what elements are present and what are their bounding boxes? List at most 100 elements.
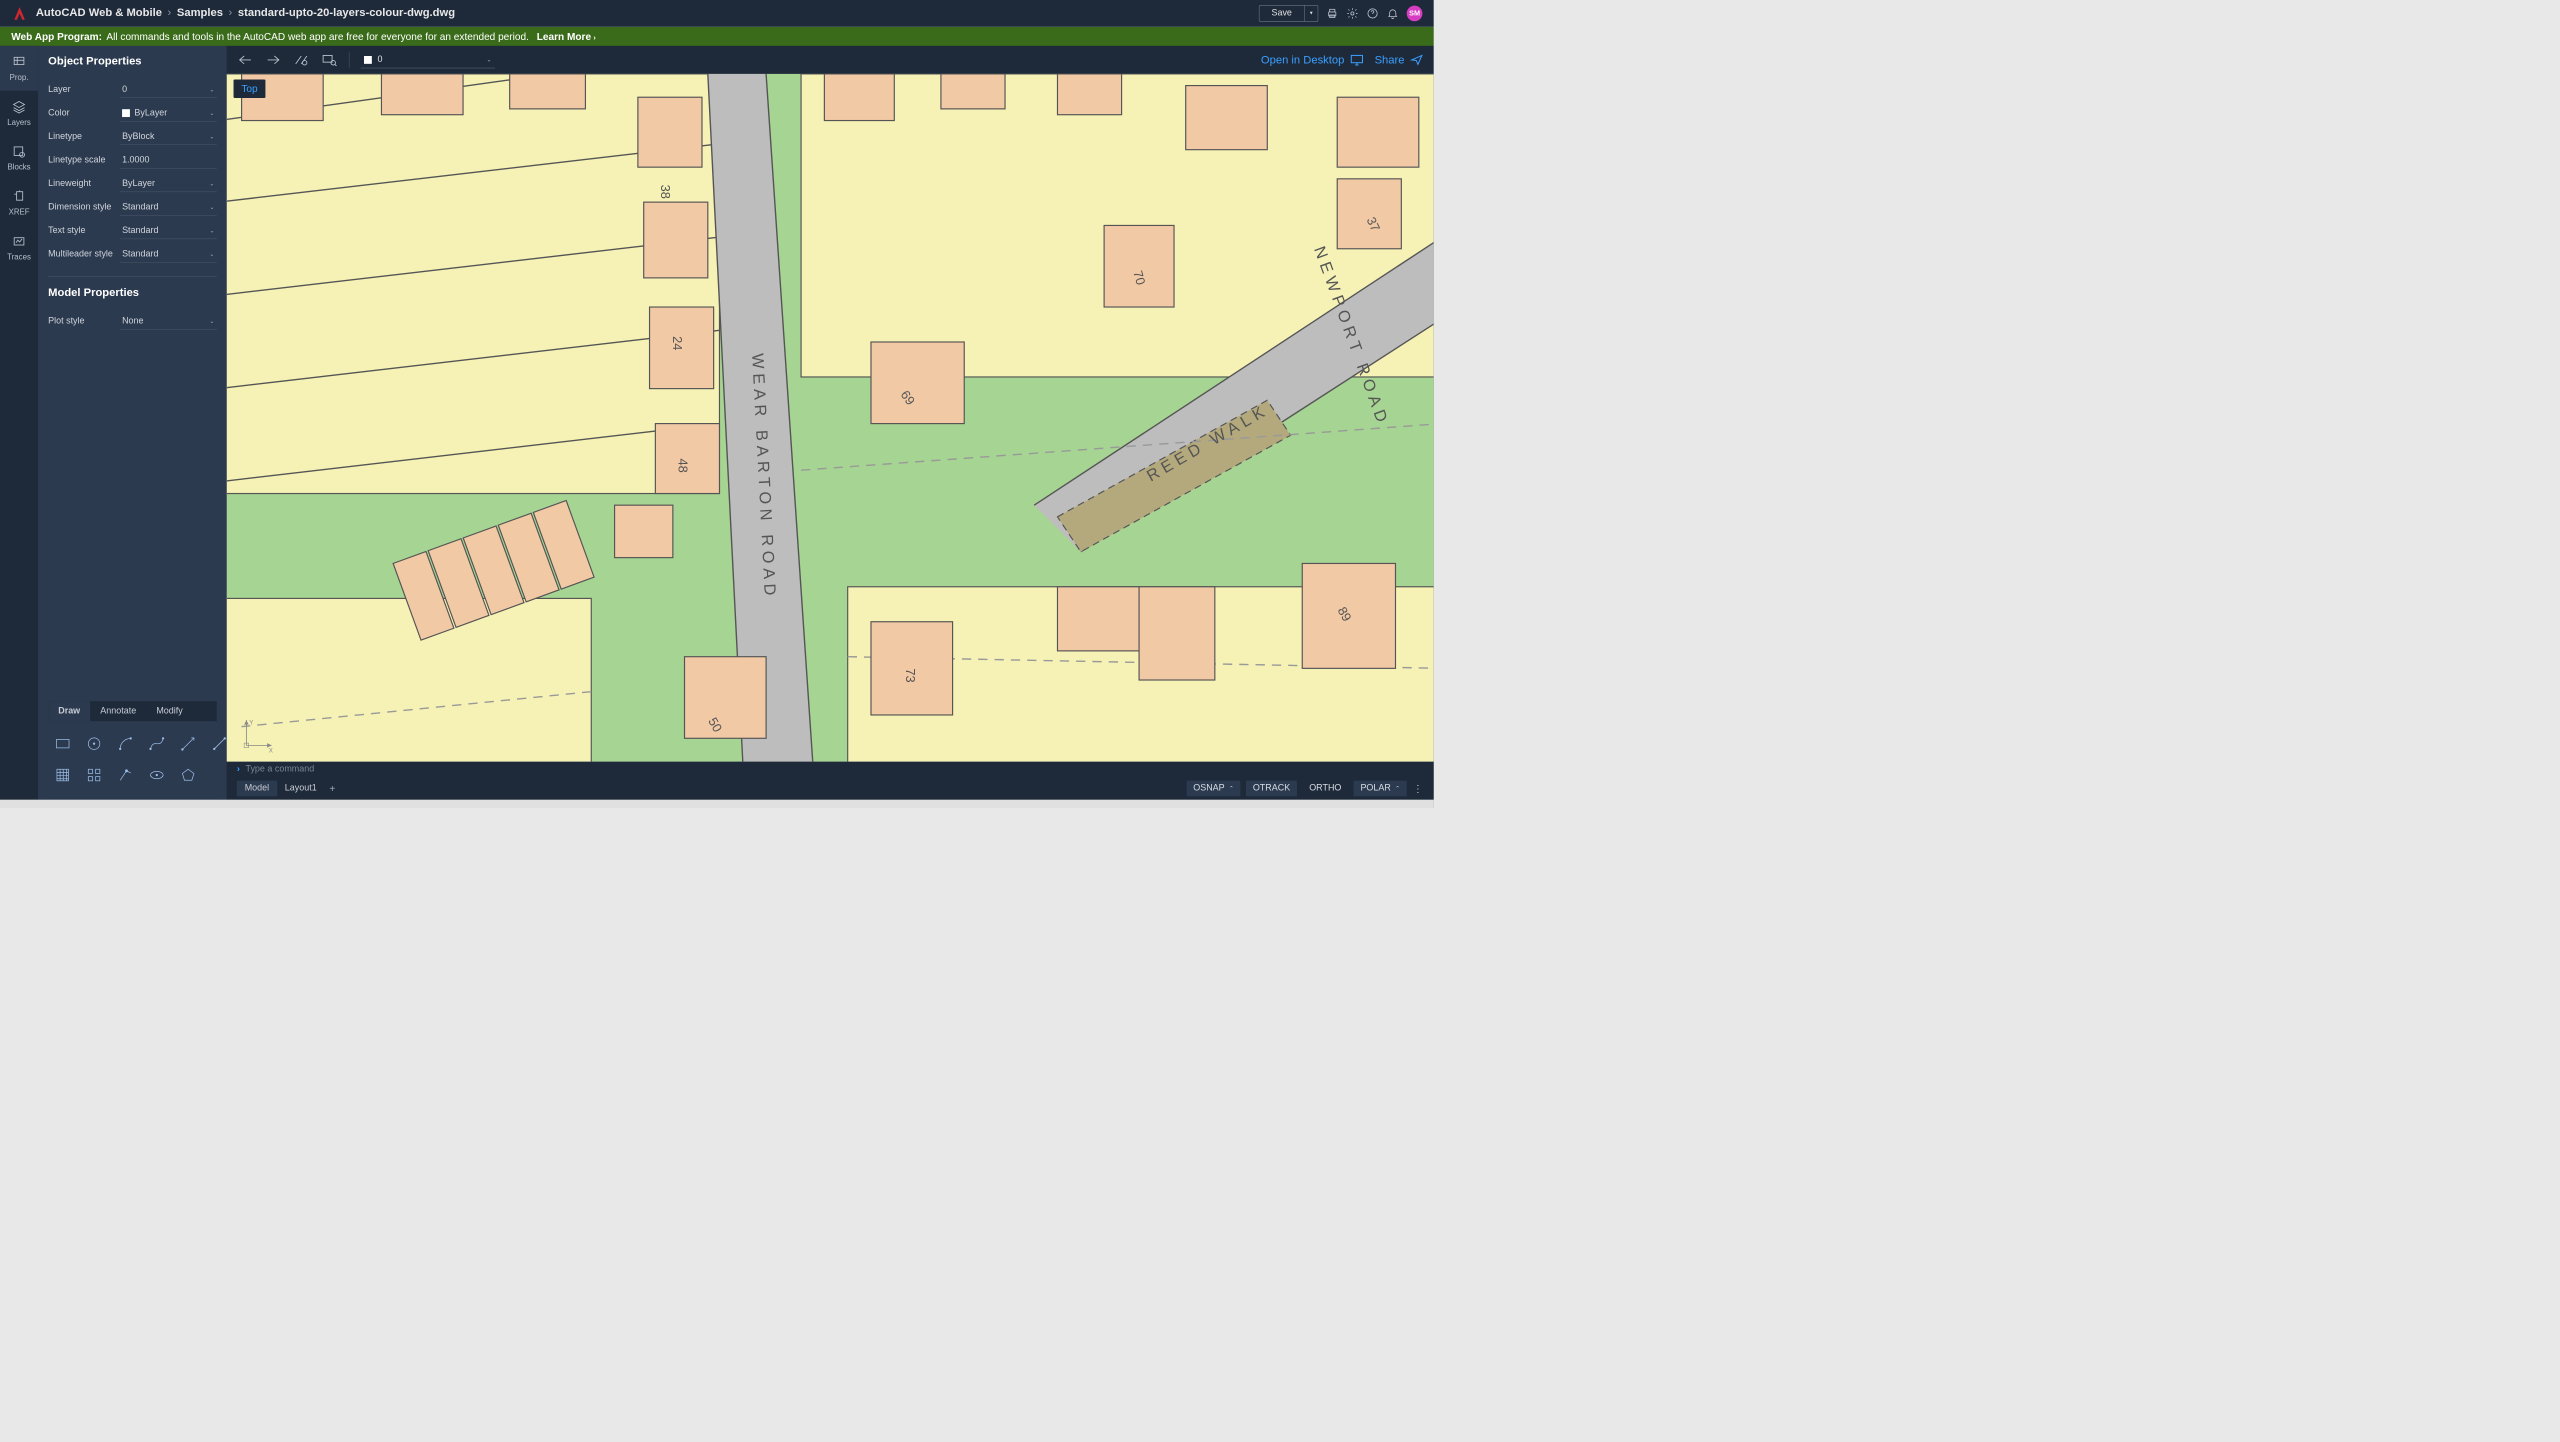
share-link[interactable]: Share: [1375, 53, 1424, 66]
tool-arc-icon[interactable]: [112, 730, 139, 757]
tool-hatch-icon[interactable]: [49, 762, 76, 789]
chevron-up-icon: ⌃: [1229, 785, 1234, 791]
toggle-ortho[interactable]: ORTHO: [1302, 781, 1348, 797]
toggle-polar[interactable]: POLAR⌃: [1354, 781, 1407, 797]
save-dropdown-icon[interactable]: ▾: [1304, 5, 1317, 21]
banner-body: All commands and tools in the AutoCAD we…: [106, 31, 528, 43]
print-icon[interactable]: [1326, 7, 1338, 19]
rail-properties[interactable]: Prop.: [0, 46, 38, 91]
map-svg: WEAR BARTON ROAD NEWPORT ROAD REED WALK …: [227, 74, 1434, 762]
view-label[interactable]: Top: [234, 80, 266, 98]
zoom-window-icon[interactable]: [293, 53, 310, 66]
command-bar[interactable]: › Type a command: [227, 762, 1434, 778]
rail-layers[interactable]: Layers: [0, 91, 38, 136]
prop-layer-dropdown[interactable]: 0⌄: [120, 81, 217, 98]
toggle-otrack[interactable]: OTRACK: [1246, 781, 1297, 797]
prop-plotstyle-dropdown[interactable]: None⌄: [120, 313, 217, 330]
rail-xref-label: XREF: [9, 207, 30, 216]
command-prompt-icon: ›: [237, 764, 240, 774]
svg-text:X: X: [269, 748, 273, 754]
prop-textstyle-dropdown[interactable]: Standard⌄: [120, 222, 217, 239]
gear-icon[interactable]: [1346, 7, 1358, 19]
redo-icon[interactable]: [265, 53, 282, 66]
draw-tool-grid: [48, 721, 217, 799]
prop-mlstyle-dropdown[interactable]: Standard⌄: [120, 246, 217, 263]
status-footer: Model Layout1 + OSNAP⌃ OTRACK ORTHO POLA…: [227, 777, 1434, 799]
prop-lineweight-dropdown[interactable]: ByLayer⌄: [120, 175, 217, 192]
prop-color-dropdown[interactable]: ByLayer⌄: [120, 105, 217, 122]
bell-icon[interactable]: [1387, 7, 1399, 19]
save-button-label: Save: [1259, 8, 1304, 18]
tab-draw[interactable]: Draw: [48, 701, 90, 721]
tool-circle-icon[interactable]: [81, 730, 108, 757]
chevron-down-icon: ⌄: [209, 203, 214, 210]
chevron-down-icon: ⌄: [209, 227, 214, 234]
properties-panel: Object Properties Layer 0⌄ Color ByLayer…: [38, 46, 227, 800]
tab-model[interactable]: Model: [237, 781, 277, 797]
tool-tabs: Draw Annotate Modify: [48, 701, 217, 721]
banner-lead: Web App Program:: [11, 31, 102, 43]
learn-more-link[interactable]: Learn More›: [537, 31, 596, 43]
chevron-right-icon: ›: [168, 7, 172, 20]
prop-dimstyle-label: Dimension style: [48, 202, 120, 212]
chevron-right-icon: ›: [229, 7, 233, 20]
drawing-canvas[interactable]: Top: [227, 74, 1434, 762]
tool-polygon-icon[interactable]: [175, 762, 202, 789]
prop-ltscale-label: Linetype scale: [48, 155, 120, 165]
rail-xref[interactable]: XREF: [0, 180, 38, 225]
prop-ltscale-input[interactable]: 1.0000: [120, 152, 217, 169]
rail-traces[interactable]: Traces: [0, 225, 38, 270]
tool-spline-icon[interactable]: [143, 730, 170, 757]
crumb-file[interactable]: standard-upto-20-layers-colour-dwg.dwg: [238, 7, 455, 20]
rail-blocks-label: Blocks: [7, 162, 30, 171]
tool-point-icon[interactable]: [112, 762, 139, 789]
chevron-down-icon: ⌄: [209, 318, 214, 325]
chevron-down-icon: ⌄: [209, 250, 214, 257]
svg-text:24: 24: [670, 336, 685, 350]
prop-mlstyle-label: Multileader style: [48, 249, 120, 259]
tool-ellipse-icon[interactable]: [143, 762, 170, 789]
prop-dimstyle-dropdown[interactable]: Standard⌄: [120, 199, 217, 216]
chevron-down-icon: ⌄: [487, 56, 492, 63]
chevron-down-icon: ⌄: [209, 180, 214, 187]
tab-layout1[interactable]: Layout1: [277, 781, 325, 797]
rail-blocks[interactable]: Blocks: [0, 136, 38, 181]
undo-icon[interactable]: [237, 53, 254, 66]
prop-linetype-dropdown[interactable]: ByBlock⌄: [120, 128, 217, 145]
zoom-extents-icon[interactable]: [321, 53, 338, 66]
command-placeholder: Type a command: [245, 764, 314, 774]
tab-annotate[interactable]: Annotate: [90, 701, 146, 721]
model-properties-heading: Model Properties: [48, 287, 217, 300]
tab-modify[interactable]: Modify: [146, 701, 193, 721]
tool-polyline-icon[interactable]: [175, 730, 202, 757]
current-layer-value: 0: [377, 55, 382, 65]
help-icon[interactable]: [1366, 7, 1378, 19]
save-button[interactable]: Save ▾: [1259, 5, 1319, 22]
rail-properties-label: Prop.: [10, 73, 29, 82]
toggle-osnap[interactable]: OSNAP⌃: [1187, 781, 1241, 797]
prop-linetype-label: Linetype: [48, 132, 120, 142]
open-in-desktop-link[interactable]: Open in Desktop: [1261, 53, 1363, 66]
prop-layer-label: Layer: [48, 85, 120, 95]
add-layout-icon[interactable]: +: [325, 783, 341, 795]
svg-text:48: 48: [676, 459, 691, 473]
crumb-samples[interactable]: Samples: [177, 7, 223, 20]
more-options-icon[interactable]: ⋮: [1412, 783, 1423, 795]
rail-traces-label: Traces: [7, 252, 31, 261]
avatar[interactable]: SM: [1407, 5, 1423, 21]
tool-rectangle-icon[interactable]: [49, 730, 76, 757]
chevron-up-icon: ⌃: [1395, 785, 1400, 791]
ucs-icon: Y X: [238, 715, 277, 754]
current-layer-dropdown[interactable]: 0 ⌄: [361, 52, 495, 69]
prop-color-label: Color: [48, 108, 120, 118]
prop-plotstyle-label: Plot style: [48, 316, 120, 326]
chevron-down-icon: ⌄: [209, 86, 214, 93]
promo-banner: Web App Program: All commands and tools …: [0, 27, 1434, 46]
tool-array-icon[interactable]: [81, 762, 108, 789]
send-icon: [1410, 54, 1423, 65]
svg-text:Y: Y: [249, 720, 253, 727]
prop-textstyle-label: Text style: [48, 226, 120, 236]
chevron-down-icon: ⌄: [209, 109, 214, 116]
crumb-product[interactable]: AutoCAD Web & Mobile: [36, 7, 162, 20]
breadcrumb: AutoCAD Web & Mobile › Samples › standar…: [36, 7, 455, 20]
